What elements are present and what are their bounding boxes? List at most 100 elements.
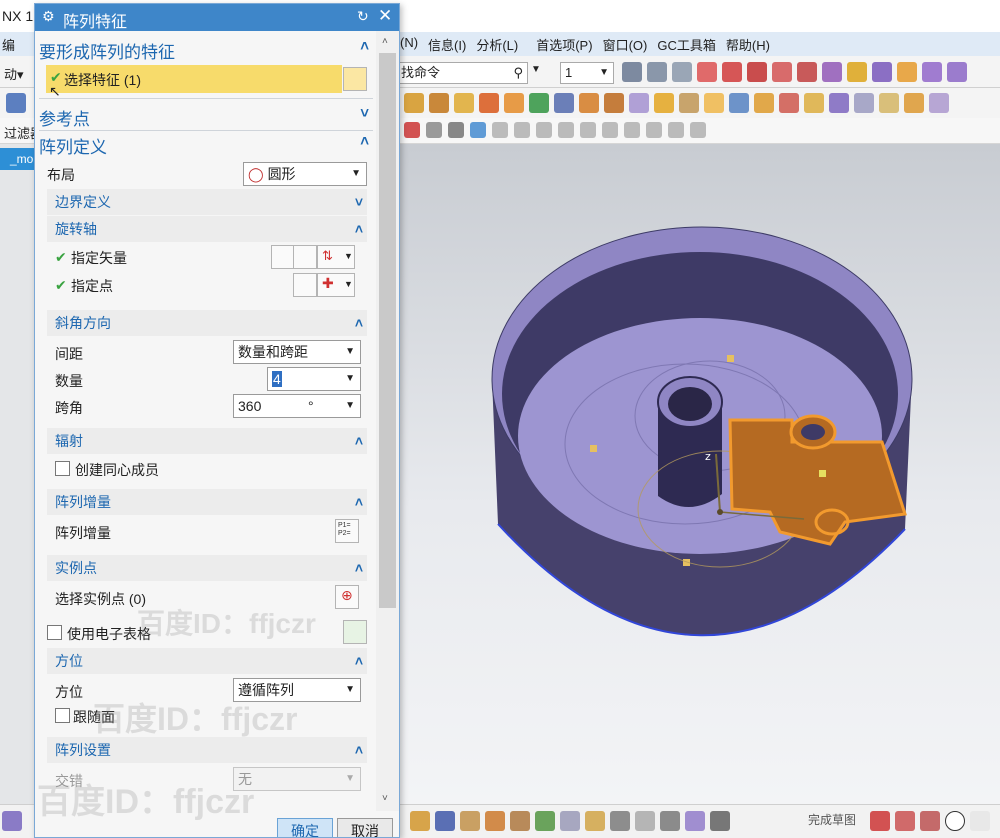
search-icon[interactable]: ⚲ [513, 63, 523, 83]
menu-edit-stub[interactable]: 编 [2, 35, 15, 54]
dialog-scrollbar[interactable]: ˄ ˅ [376, 31, 399, 811]
point-type-dropdown[interactable]: ✚ ▼ [317, 273, 355, 297]
snap-quadrant-icon[interactable] [822, 62, 842, 82]
select-face-icon[interactable] [470, 122, 486, 138]
select-tool-icon[interactable] [404, 122, 420, 138]
chevron-up-icon[interactable]: ˄ [355, 216, 363, 242]
feature-tool-icon[interactable] [654, 93, 674, 113]
menu-item-analysis[interactable]: 分析(L) [476, 35, 518, 54]
chevron-up-icon[interactable]: ˄ [355, 489, 363, 515]
feature-tool-icon[interactable] [429, 93, 449, 113]
subsection-increment-header[interactable]: 阵列增量 ˄ [47, 489, 367, 515]
finish-sketch-label[interactable]: 完成草图 [808, 811, 856, 828]
chevron-up-icon[interactable]: ˄ [360, 133, 369, 150]
menu-item-preferences[interactable]: 首选项(P) [536, 35, 592, 54]
model-view[interactable]: z [400, 144, 1000, 804]
point-dialog-icon[interactable] [293, 273, 317, 297]
snap-end-icon[interactable] [747, 62, 767, 82]
feature-tool-icon[interactable] [504, 93, 524, 113]
command-finder-dropdown-icon[interactable]: ▼ [531, 64, 541, 75]
sketch-tool-icon[interactable] [410, 811, 430, 831]
feature-tool-icon[interactable] [679, 93, 699, 113]
feature-tool-icon[interactable] [879, 93, 899, 113]
sketch-tool-icon[interactable] [585, 811, 605, 831]
menu-item-window[interactable]: 窗口(O) [603, 35, 648, 54]
section-features-header[interactable]: 要形成阵列的特征 ˄ [39, 38, 373, 63]
instance-point-select-icon[interactable]: ⊕ [335, 585, 359, 609]
sketch-tool-icon[interactable] [660, 811, 680, 831]
snap-arc-icon[interactable] [847, 62, 867, 82]
snap-face-icon[interactable] [872, 62, 892, 82]
sketch-tool-icon[interactable] [560, 811, 580, 831]
feature-tool-icon[interactable] [829, 93, 849, 113]
feature-tool-icon[interactable] [529, 93, 549, 113]
snap-point-icon[interactable] [492, 122, 508, 138]
select-feature-row[interactable]: ✔ 选择特征 (1) [46, 65, 342, 93]
chevron-up-icon[interactable]: ˄ [355, 428, 363, 454]
chevron-up-icon[interactable]: ˄ [355, 648, 363, 674]
reset-icon[interactable]: ↻ [357, 8, 369, 25]
view-icon[interactable] [622, 62, 642, 82]
view-orient-icon[interactable] [647, 62, 667, 82]
sketch-tool-icon[interactable] [635, 811, 655, 831]
snap-circle-icon[interactable] [602, 122, 618, 138]
layout-select[interactable]: ◯ 圆形 ▼ [243, 162, 367, 186]
snap-end-icon[interactable] [668, 122, 684, 138]
line-tool-icon[interactable] [895, 811, 915, 831]
menu-item-gc-toolbox[interactable]: GC工具箱 [657, 35, 716, 54]
span-angle-input[interactable]: 360 ° ▼ [233, 394, 361, 418]
subsection-angular-header[interactable]: 斜角方向 ˄ [47, 310, 367, 336]
reverse-direction-icon[interactable] [271, 245, 295, 269]
feature-tool-icon[interactable] [754, 93, 774, 113]
select-body-icon[interactable] [448, 122, 464, 138]
scrollbar-thumb[interactable] [379, 53, 396, 608]
snap-point-icon[interactable] [722, 62, 742, 82]
vector-type-dropdown[interactable]: ⇅ ▼ [317, 245, 355, 269]
chevron-down-icon[interactable]: ˅ [360, 105, 369, 122]
subsection-boundary-header[interactable]: 边界定义 ˅ [47, 189, 367, 215]
select-box-icon[interactable] [426, 122, 442, 138]
chevron-up-icon[interactable]: ˄ [355, 310, 363, 336]
feature-tool-icon[interactable] [854, 93, 874, 113]
feature-tool-icon[interactable] [554, 93, 574, 113]
sketch-tool-icon[interactable] [535, 811, 555, 831]
chevron-up-icon[interactable]: ˄ [360, 38, 369, 55]
gear-icon[interactable]: ⚙ [42, 8, 55, 25]
sketch-tool-icon[interactable] [460, 811, 480, 831]
feature-tool-icon[interactable] [704, 93, 724, 113]
feature-tool-icon[interactable] [729, 93, 749, 113]
ok-button[interactable]: 确定 [277, 818, 333, 837]
cancel-button[interactable]: 取消 [337, 818, 393, 837]
cube-icon[interactable] [6, 93, 26, 113]
sketch-tool-icon[interactable] [435, 811, 455, 831]
feature-tool-icon[interactable] [629, 93, 649, 113]
menu-item-insert[interactable]: (N) [400, 35, 418, 54]
subsection-instance-points-header[interactable]: 实例点 ˄ [47, 555, 367, 581]
subsection-rotation-axis-header[interactable]: 旋转轴 ˄ [47, 216, 367, 242]
snap-misc-icon[interactable] [690, 122, 706, 138]
section-array-definition-header[interactable]: 阵列定义 ˄ [39, 133, 373, 158]
snap-line-icon[interactable] [514, 122, 530, 138]
feature-tool-icon[interactable] [804, 93, 824, 113]
chevron-up-icon[interactable]: ˄ [355, 555, 363, 581]
snap-center-icon[interactable] [580, 122, 596, 138]
fillet-tool-icon[interactable] [970, 811, 990, 831]
feature-tool-icon[interactable] [929, 93, 949, 113]
follow-face-checkbox[interactable] [55, 708, 70, 723]
sketch-tool-icon[interactable] [485, 811, 505, 831]
toolbar-dropdown-stub[interactable]: 动▾ [4, 64, 24, 83]
sketch-tool-icon[interactable] [685, 811, 705, 831]
sketch-tool-icon[interactable] [510, 811, 530, 831]
feature-tool-icon[interactable] [479, 93, 499, 113]
feature-tool-icon[interactable] [779, 93, 799, 113]
close-icon[interactable]: ✕ [378, 6, 392, 26]
feature-select-icon[interactable] [343, 67, 367, 91]
subsection-radial-header[interactable]: 辐射 ˄ [47, 428, 367, 454]
concentric-checkbox[interactable] [55, 461, 70, 476]
spreadsheet-checkbox[interactable] [47, 625, 62, 640]
chevron-down-icon[interactable]: ˅ [355, 189, 363, 215]
feature-tool-icon[interactable] [404, 93, 424, 113]
vector-dialog-icon[interactable] [293, 245, 317, 269]
menu-item-help[interactable]: 帮助(H) [726, 35, 770, 54]
snap-tangent-icon[interactable] [922, 62, 942, 82]
